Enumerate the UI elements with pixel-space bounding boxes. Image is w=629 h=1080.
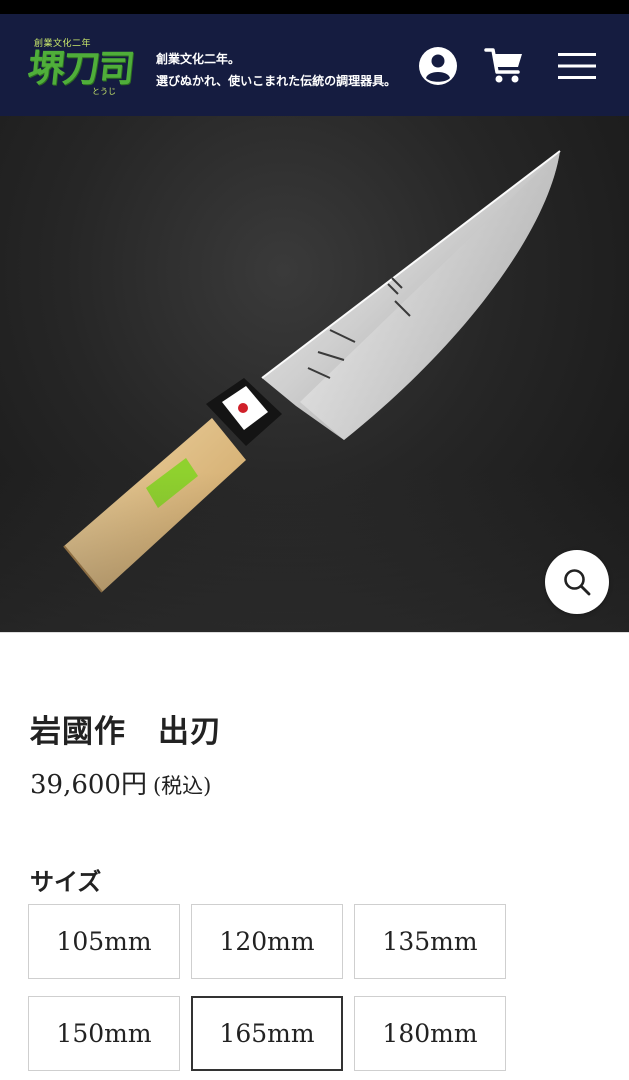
tagline-line-1: 創業文化二年。 — [156, 52, 241, 66]
search-icon — [564, 569, 591, 596]
site-logo[interactable]: 創業文化二年 堺刀司 とうじ — [26, 36, 136, 98]
price-row: 39,600円 (税込) — [30, 764, 211, 801]
logo-sub-text: とうじ — [92, 87, 116, 96]
knife-illustration — [63, 150, 561, 593]
zoom-button[interactable] — [545, 550, 609, 614]
logo-main-text: 堺刀司 — [25, 46, 136, 90]
account-icon[interactable] — [416, 44, 460, 88]
cart-icon[interactable] — [483, 44, 527, 88]
size-label: サイズ — [30, 867, 102, 896]
product-price: 39,600円 — [30, 770, 147, 800]
size-option-135mm[interactable]: 135mm — [354, 904, 506, 979]
size-option-180mm[interactable]: 180mm — [354, 996, 506, 1071]
header-tagline: 創業文化二年。 選びぬかれ、使いこまれた伝統の調理器具。 — [156, 48, 396, 92]
tax-note: (税込) — [152, 774, 212, 798]
divider — [0, 632, 629, 633]
product-image[interactable] — [0, 116, 629, 632]
menu-icon[interactable] — [555, 44, 599, 88]
site-header: 創業文化二年 堺刀司 とうじ 創業文化二年。 選びぬかれ、使いこまれた伝統の調理… — [0, 14, 629, 116]
size-option-150mm[interactable]: 150mm — [28, 996, 180, 1071]
product-title: 岩國作 出刃 — [30, 714, 222, 750]
size-option-165mm[interactable]: 165mm — [191, 996, 343, 1071]
tagline-line-2: 選びぬかれ、使いこまれた伝統の調理器具。 — [156, 74, 397, 88]
size-option-120mm[interactable]: 120mm — [191, 904, 343, 979]
status-bar — [0, 0, 629, 14]
size-option-105mm[interactable]: 105mm — [28, 904, 180, 979]
